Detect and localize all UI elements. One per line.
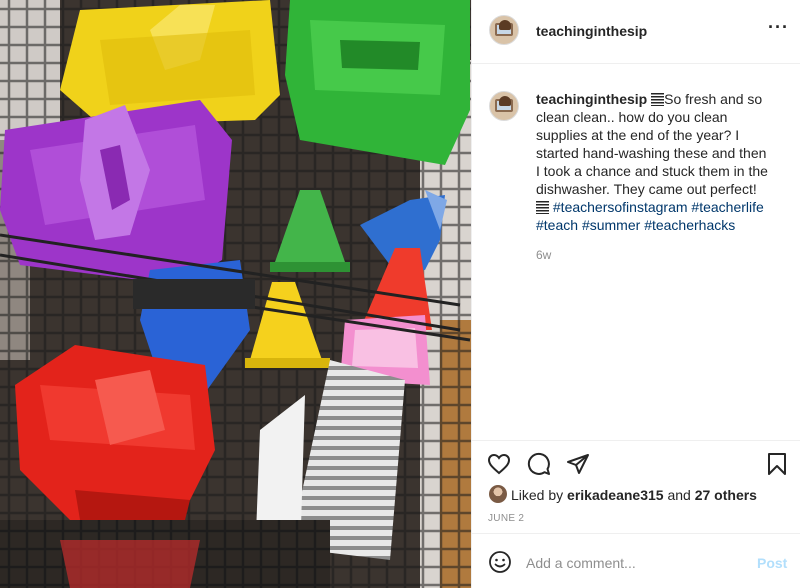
avatar-hair-shape [499, 20, 511, 30]
smiley-icon[interactable] [488, 550, 512, 579]
more-horizontal-icon[interactable]: ··· [768, 18, 789, 36]
post-caption: teachinginthesip So fresh and so clean c… [536, 90, 768, 234]
liker-avatar[interactable] [489, 485, 507, 503]
post-time-ago[interactable]: 6w [536, 248, 551, 262]
dishwasher-caddies-image [0, 0, 471, 588]
avatar-hair-shape [499, 96, 511, 106]
sparkles-emoji-icon [651, 93, 665, 106]
heart-icon[interactable] [487, 452, 511, 481]
likes-summary: Liked by erikadeane315 and 27 others [511, 487, 757, 503]
likes-prefix: Liked by [511, 487, 564, 503]
sparkles-emoji-icon [536, 201, 549, 214]
hashtag-link[interactable]: #teachersofinstagram [553, 199, 688, 215]
hashtag-link[interactable]: #teacherhacks [644, 217, 735, 233]
hashtag-link[interactable]: #summer [582, 217, 640, 233]
caption-avatar[interactable] [489, 91, 519, 121]
comment-divider [472, 533, 800, 534]
comment-input[interactable] [526, 553, 746, 573]
hashtag-link[interactable]: #teacherlife [691, 199, 763, 215]
header-avatar[interactable] [489, 15, 519, 45]
post-photo[interactable] [0, 0, 471, 588]
share-icon[interactable] [566, 452, 590, 481]
liker-username[interactable]: erikadeane315 [567, 487, 664, 503]
caption-username[interactable]: teachinginthesip [536, 91, 647, 107]
header-username[interactable]: teachinginthesip [536, 23, 647, 39]
post-comment-button[interactable]: Post [757, 555, 787, 571]
hashtag-link[interactable]: #teach [536, 217, 578, 233]
bookmark-icon[interactable] [765, 452, 789, 481]
likes-joiner: and [667, 487, 691, 503]
likes-others-link[interactable]: 27 others [695, 487, 757, 503]
comment-icon[interactable] [527, 452, 551, 481]
post-date[interactable]: JUNE 2 [488, 513, 524, 524]
actions-divider [472, 440, 800, 441]
